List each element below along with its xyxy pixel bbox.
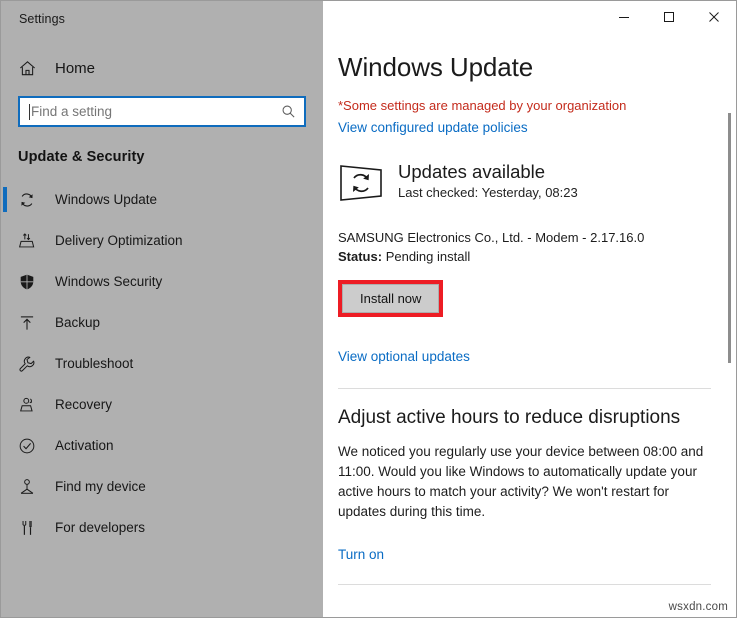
upload-arrow-icon bbox=[18, 314, 44, 332]
sidebar-item-backup[interactable]: Backup bbox=[1, 302, 323, 343]
page-body: Windows Update *Some settings are manage… bbox=[323, 52, 736, 585]
sidebar: Settings Home Update & Security bbox=[1, 1, 323, 617]
sidebar-item-recovery[interactable]: Recovery bbox=[1, 384, 323, 425]
check-circle-icon bbox=[18, 437, 44, 455]
selection-indicator bbox=[3, 187, 7, 212]
scrollbar-thumb[interactable] bbox=[728, 113, 731, 363]
view-optional-updates-link[interactable]: View optional updates bbox=[338, 349, 470, 364]
update-status-label: Status: bbox=[338, 249, 382, 264]
upload-download-icon bbox=[18, 232, 44, 250]
sidebar-item-for-developers[interactable]: For developers bbox=[1, 507, 323, 548]
sidebar-nav: Windows Update Delivery Optimization bbox=[1, 179, 323, 548]
sidebar-item-activation[interactable]: Activation bbox=[1, 425, 323, 466]
sidebar-item-label: Find my device bbox=[55, 479, 146, 494]
refresh-icon bbox=[18, 191, 44, 209]
maximize-button[interactable] bbox=[646, 1, 691, 33]
sidebar-item-label: Windows Update bbox=[55, 192, 157, 207]
find-device-icon bbox=[18, 478, 44, 496]
bottom-divider bbox=[338, 584, 711, 585]
update-available-icon bbox=[338, 161, 386, 208]
section-divider bbox=[338, 388, 711, 389]
active-hours-body: We noticed you regularly use your device… bbox=[338, 442, 713, 522]
sidebar-item-label: Activation bbox=[55, 438, 114, 453]
optional-updates-row: View optional updates bbox=[338, 342, 736, 366]
update-status-text: Updates available Last checked: Yesterda… bbox=[398, 161, 578, 200]
update-status-block: Updates available Last checked: Yesterda… bbox=[338, 161, 736, 208]
last-checked-text: Last checked: Yesterday, 08:23 bbox=[398, 185, 578, 200]
sidebar-item-label: Troubleshoot bbox=[55, 356, 133, 371]
app-title: Settings bbox=[1, 1, 323, 26]
settings-window: Settings Home Update & Security bbox=[0, 0, 737, 618]
recovery-icon bbox=[18, 396, 44, 414]
sidebar-item-label: Recovery bbox=[55, 397, 112, 412]
sidebar-item-find-my-device[interactable]: Find my device bbox=[1, 466, 323, 507]
wrench-icon bbox=[18, 355, 44, 373]
sidebar-item-label: For developers bbox=[55, 520, 145, 535]
search-icon[interactable] bbox=[279, 104, 297, 119]
update-name: SAMSUNG Electronics Co., Ltd. - Modem - … bbox=[338, 230, 736, 245]
watermark: wsxdn.com bbox=[669, 601, 728, 613]
update-status-line: Status: Pending install bbox=[338, 249, 736, 264]
vertical-scrollbar[interactable] bbox=[728, 33, 731, 433]
sidebar-item-windows-update[interactable]: Windows Update bbox=[1, 179, 323, 220]
turn-on-row: Turn on bbox=[338, 540, 736, 564]
main-content: Windows Update *Some settings are manage… bbox=[323, 1, 736, 617]
home-icon bbox=[18, 59, 44, 78]
sidebar-item-troubleshoot[interactable]: Troubleshoot bbox=[1, 343, 323, 384]
sidebar-item-label: Delivery Optimization bbox=[55, 233, 183, 248]
view-configured-policies-link[interactable]: View configured update policies bbox=[338, 120, 528, 135]
update-status-value: Pending install bbox=[386, 249, 471, 264]
install-now-button[interactable]: Install now bbox=[342, 284, 439, 313]
update-status-heading: Updates available bbox=[398, 161, 578, 182]
minimize-button[interactable] bbox=[601, 1, 646, 33]
sidebar-item-delivery-optimization[interactable]: Delivery Optimization bbox=[1, 220, 323, 261]
sidebar-item-label: Backup bbox=[55, 315, 100, 330]
title-bar bbox=[323, 1, 736, 33]
developer-tools-icon bbox=[18, 519, 44, 537]
sidebar-item-windows-security[interactable]: Windows Security bbox=[1, 261, 323, 302]
sidebar-item-label: Windows Security bbox=[55, 274, 162, 289]
install-now-annotation: Install now bbox=[338, 280, 443, 317]
active-hours-heading: Adjust active hours to reduce disruption… bbox=[338, 407, 736, 429]
sidebar-item-home[interactable]: Home bbox=[1, 53, 323, 83]
turn-on-link[interactable]: Turn on bbox=[338, 547, 384, 562]
sidebar-section-title: Update & Security bbox=[1, 127, 323, 165]
search-input[interactable] bbox=[30, 104, 279, 119]
close-button[interactable] bbox=[691, 1, 736, 33]
page-title: Windows Update bbox=[338, 52, 736, 83]
sidebar-home-label: Home bbox=[55, 60, 95, 77]
search-box[interactable] bbox=[18, 96, 306, 127]
organization-warning: *Some settings are managed by your organ… bbox=[338, 98, 736, 113]
shield-icon bbox=[18, 273, 44, 291]
